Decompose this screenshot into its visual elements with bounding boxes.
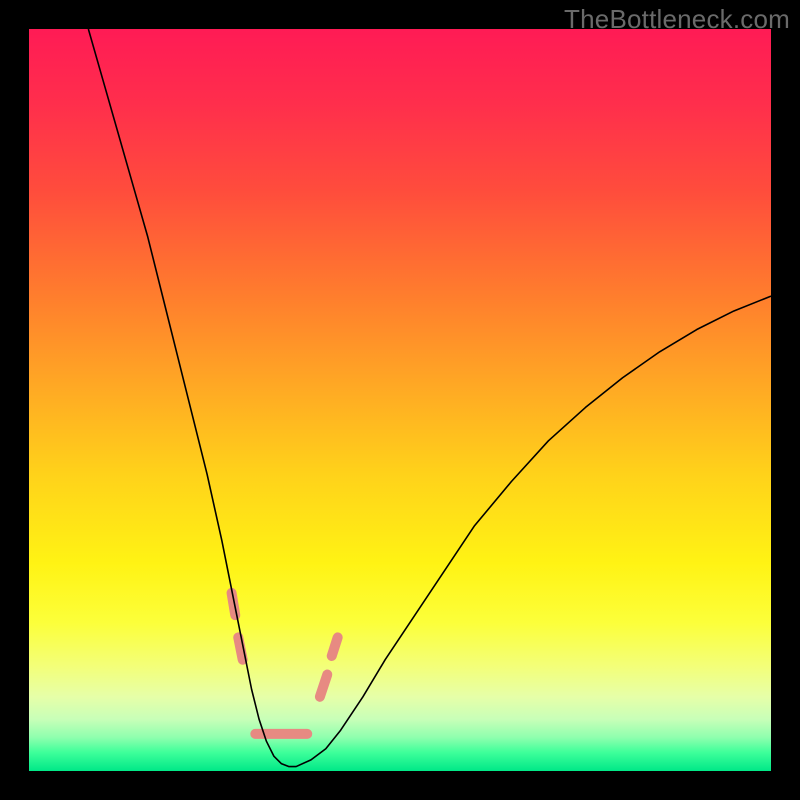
highlight-segment bbox=[332, 637, 338, 656]
highlight-segment bbox=[320, 675, 327, 697]
watermark-text: TheBottleneck.com bbox=[564, 4, 790, 35]
chart-svg bbox=[29, 29, 771, 771]
chart-area bbox=[29, 29, 771, 771]
gradient-background bbox=[29, 29, 771, 771]
outer-frame: TheBottleneck.com bbox=[0, 0, 800, 800]
